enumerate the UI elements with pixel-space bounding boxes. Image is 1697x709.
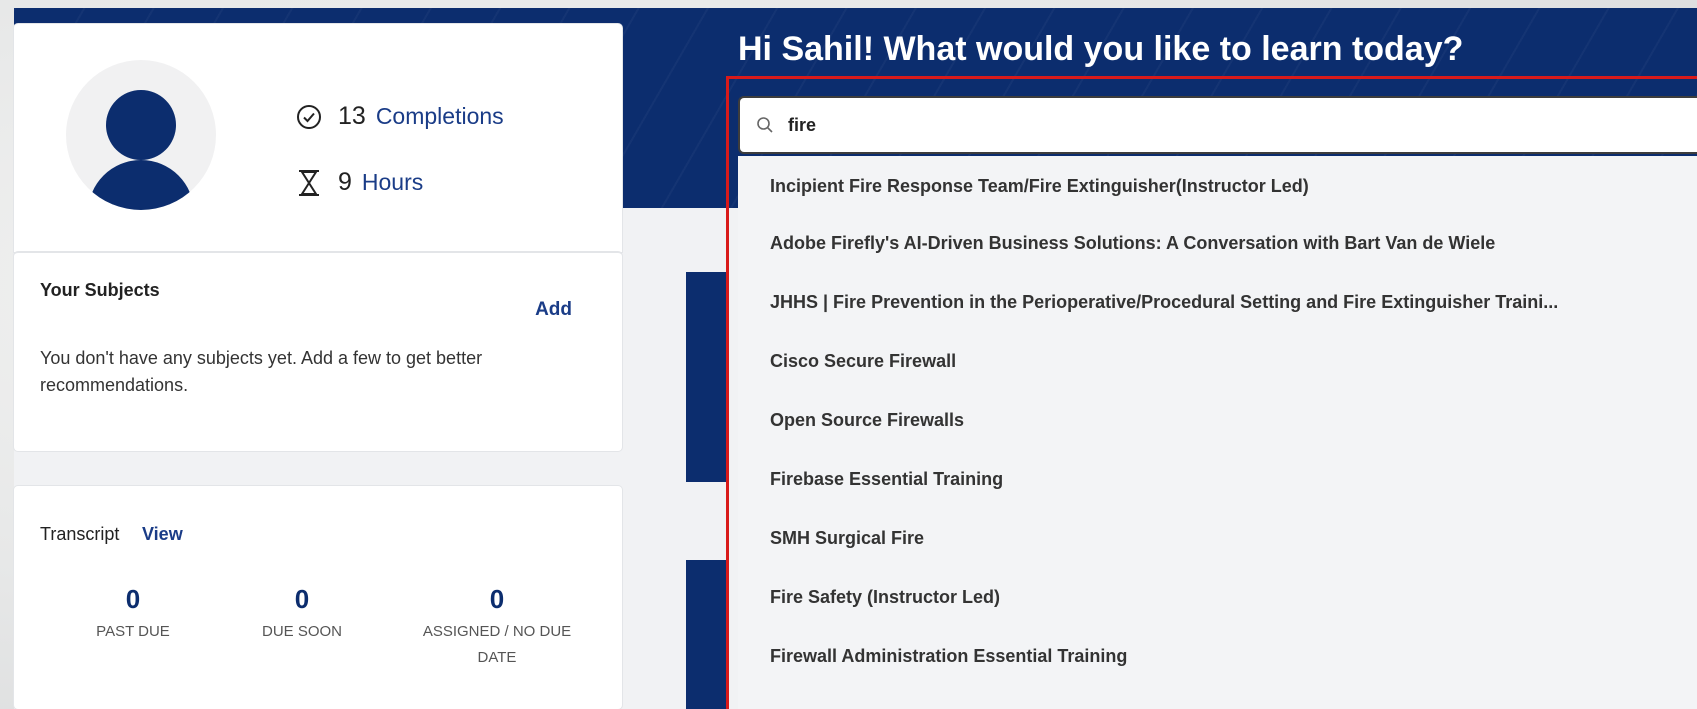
assigned-value: 0 [489,584,505,614]
due-soon-label: DUE SOON [261,623,342,640]
transcript-card: Transcript View 0 PAST DUE 0 DUE SOON 0 … [14,486,622,709]
completions-label[interactable]: Completions [376,103,504,130]
hours-label[interactable]: Hours [362,169,423,196]
carousel-card-edge [686,560,726,709]
avatar-shoulders-shape [88,160,194,210]
past-due-value: 0 [125,584,141,614]
transcript-title: Transcript [40,524,120,544]
check-circle-icon [297,104,321,129]
profile-card: 13 Completions 9 Hours [14,24,622,252]
avatar[interactable] [66,60,216,210]
hours-stat: 9 Hours [296,168,423,197]
completions-count: 13 [338,102,366,130]
hours-count: 9 [338,168,352,196]
past-due-stat[interactable]: 0 PAST DUE [74,584,192,645]
subjects-card: Your Subjects Add You don't have any sub… [14,252,622,451]
annotation-highlight-box [726,76,1697,709]
assigned-label: ASSIGNED / NO DUE DATE [422,623,572,666]
due-soon-stat[interactable]: 0 DUE SOON [252,584,352,645]
greeting-heading: Hi Sahil! What would you like to learn t… [738,30,1464,68]
subjects-empty-message: You don't have any subjects yet. Add a f… [40,348,483,395]
hourglass-icon [299,169,319,196]
avatar-head-shape [106,90,176,160]
add-subject-button[interactable]: Add [535,299,572,321]
subjects-title: Your Subjects [40,280,160,300]
assigned-no-due-date-stat[interactable]: 0 ASSIGNED / NO DUE DATE [402,584,592,671]
completions-stat: 13 Completions [296,102,504,131]
transcript-view-link[interactable]: View [142,524,183,545]
carousel-card-edge [686,272,726,482]
past-due-label: PAST DUE [96,623,170,640]
due-soon-value: 0 [294,584,310,614]
